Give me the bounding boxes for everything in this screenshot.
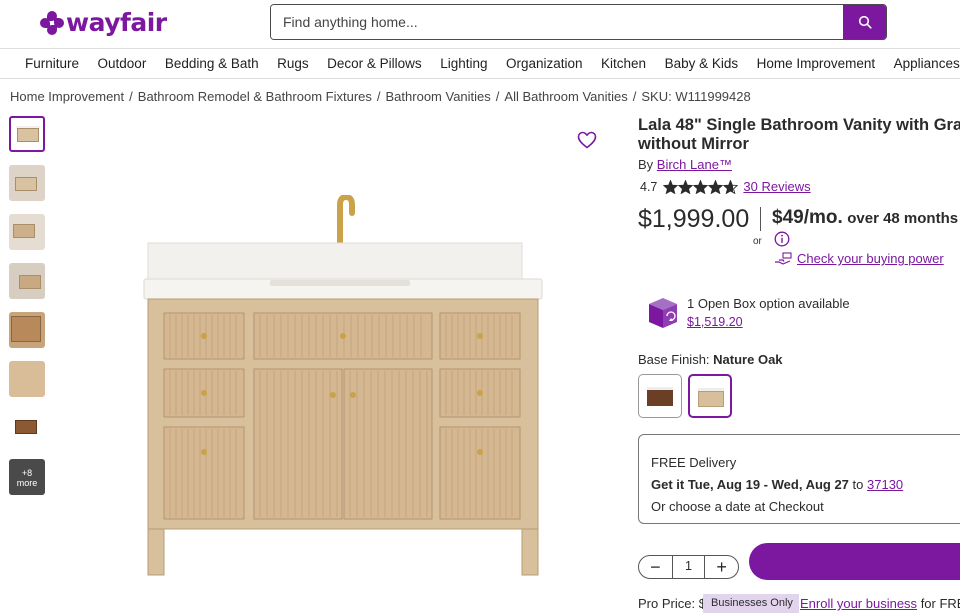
product-image[interactable] — [140, 193, 550, 585]
reviews-link[interactable]: 30 Reviews — [743, 179, 810, 194]
search-button[interactable] — [843, 5, 886, 39]
enroll-business-link[interactable]: Enroll your business — [800, 596, 917, 611]
breadcrumb-separator: / — [495, 89, 500, 104]
finish-swatch-dark[interactable] — [638, 374, 682, 418]
logo-pinwheel-icon — [40, 10, 64, 35]
pro-price: Pro Price: $ — [638, 596, 706, 611]
price-divider — [760, 207, 761, 231]
nav-item-decor-pillows[interactable]: Decor & Pillows — [327, 56, 422, 71]
rating-stars — [663, 179, 739, 194]
buying-power: Check your buying power — [774, 251, 944, 266]
delivery-free: FREE Delivery — [651, 455, 737, 470]
breadcrumb-separator: / — [129, 89, 133, 104]
quantity-minus-button[interactable]: − — [639, 556, 672, 578]
financing-info-button[interactable] — [774, 231, 790, 252]
search-bar — [270, 4, 887, 40]
finish-label-text: Base Finish: — [638, 352, 710, 367]
product-title: Lala 48" Single Bathroom Vanity with Gra… — [638, 116, 960, 154]
heart-icon — [577, 131, 597, 149]
delivery-dates: Get it Tue, Aug 19 - Wed, Aug 27 — [651, 477, 849, 492]
nav-item-home-improvement[interactable]: Home Improvement — [757, 56, 876, 71]
rating-value: 4.7 — [640, 179, 658, 194]
thumbnail-6[interactable] — [9, 361, 45, 397]
thumbnail-more[interactable]: +8 more — [9, 459, 45, 495]
brand-line: By Birch Lane™ — [638, 157, 732, 172]
star-icon — [678, 179, 694, 194]
thumbnail-1[interactable] — [9, 116, 45, 152]
breadcrumb-item[interactable]: Home Improvement — [10, 89, 124, 104]
nav-item-kitchen[interactable]: Kitchen — [601, 56, 646, 71]
star-icon — [663, 179, 679, 194]
product-title-line2: without Mirror — [638, 135, 749, 153]
monthly-term: over 48 months — [847, 210, 959, 227]
finish-swatch-nature-oak[interactable] — [688, 374, 732, 418]
more-label: +8 more — [16, 468, 38, 488]
nav-item-lighting[interactable]: Lighting — [440, 56, 487, 71]
wayfair-logo[interactable]: wayfair — [40, 8, 167, 37]
monthly-financing: $49/mo. over 48 months — [772, 207, 958, 229]
search-input[interactable] — [271, 5, 843, 39]
delivery-to: to — [852, 477, 864, 492]
nav-item-organization[interactable]: Organization — [506, 56, 583, 71]
add-to-cart-button[interactable] — [749, 543, 960, 580]
quantity-plus-button[interactable]: + — [705, 556, 738, 578]
category-nav: Furniture Outdoor Bedding & Bath Rugs Decor … — [0, 48, 960, 79]
thumbnail-5[interactable] — [9, 312, 45, 348]
breadcrumb-separator: / — [632, 89, 637, 104]
search-icon — [858, 15, 872, 29]
rating-row: 4.7 30 Reviews — [640, 179, 811, 194]
product-price: $1,999.00 — [638, 205, 750, 233]
hand-money-icon — [775, 251, 792, 265]
pro-price-label: Pro Price: — [638, 596, 696, 611]
thumbnail-4[interactable] — [9, 263, 45, 299]
open-box-text: 1 Open Box option available — [687, 296, 850, 311]
quantity-value[interactable]: 1 — [671, 556, 706, 578]
zip-link[interactable]: 37130 — [867, 477, 903, 492]
star-icon — [723, 179, 739, 194]
delivery-box: FREE Delivery Get it Tue, Aug 19 - Wed, … — [638, 434, 960, 524]
thumbnail-3[interactable] — [9, 214, 45, 250]
breadcrumb: Home Improvement / Bathroom Remodel & Bath… — [10, 89, 751, 104]
enroll-suffix: for FREE — [920, 596, 960, 611]
by-label: By — [638, 157, 654, 172]
or-label: or — [753, 236, 762, 247]
breadcrumb-sku: SKU: W111999428 — [641, 89, 751, 104]
nav-item-bedding-bath[interactable]: Bedding & Bath — [165, 56, 259, 71]
finish-label: Base Finish: Nature Oak — [638, 352, 783, 367]
info-icon — [774, 231, 790, 247]
nav-item-appliances[interactable]: Appliances — [894, 56, 960, 71]
brand-link[interactable]: Birch Lane™ — [657, 157, 732, 172]
delivery-checkout-note: Or choose a date at Checkout — [651, 499, 824, 514]
nav-item-rugs[interactable]: Rugs — [277, 56, 309, 71]
breadcrumb-item[interactable]: Bathroom Remodel & Bathroom Fixtures — [138, 89, 372, 104]
monthly-amount: $49/mo. — [772, 207, 843, 228]
buying-power-link[interactable]: Check your buying power — [797, 251, 944, 266]
star-icon — [693, 179, 709, 194]
breadcrumb-item[interactable]: All Bathroom Vanities — [504, 89, 627, 104]
delivery-estimate: Get it Tue, Aug 19 - Wed, Aug 27 to 3713… — [651, 474, 960, 496]
header: wayfair — [0, 0, 960, 48]
wishlist-button[interactable] — [577, 131, 597, 154]
enroll-business: Enroll your business for FREE — [800, 596, 960, 611]
finish-value: Nature Oak — [713, 352, 783, 367]
open-box-icon — [645, 294, 681, 335]
product-title-line1: Lala 48" Single Bathroom Vanity with Gra… — [638, 116, 960, 134]
nav-item-outdoor[interactable]: Outdoor — [98, 56, 147, 71]
breadcrumb-separator: / — [376, 89, 381, 104]
thumbnail-7[interactable] — [9, 410, 45, 446]
nav-item-furniture[interactable]: Furniture — [25, 56, 79, 71]
quantity-stepper: − 1 + — [638, 555, 739, 579]
star-icon — [708, 179, 724, 194]
vanity-illustration — [143, 193, 543, 576]
thumbnail-2[interactable] — [9, 165, 45, 201]
breadcrumb-item[interactable]: Bathroom Vanities — [386, 89, 491, 104]
nav-item-baby-kids[interactable]: Baby & Kids — [665, 56, 739, 71]
logo-text: wayfair — [66, 8, 167, 37]
thumbnail-list: +8 more — [9, 116, 47, 508]
businesses-only-badge: Businesses Only — [703, 594, 799, 613]
open-box-price-link[interactable]: $1,519.20 — [687, 315, 743, 329]
